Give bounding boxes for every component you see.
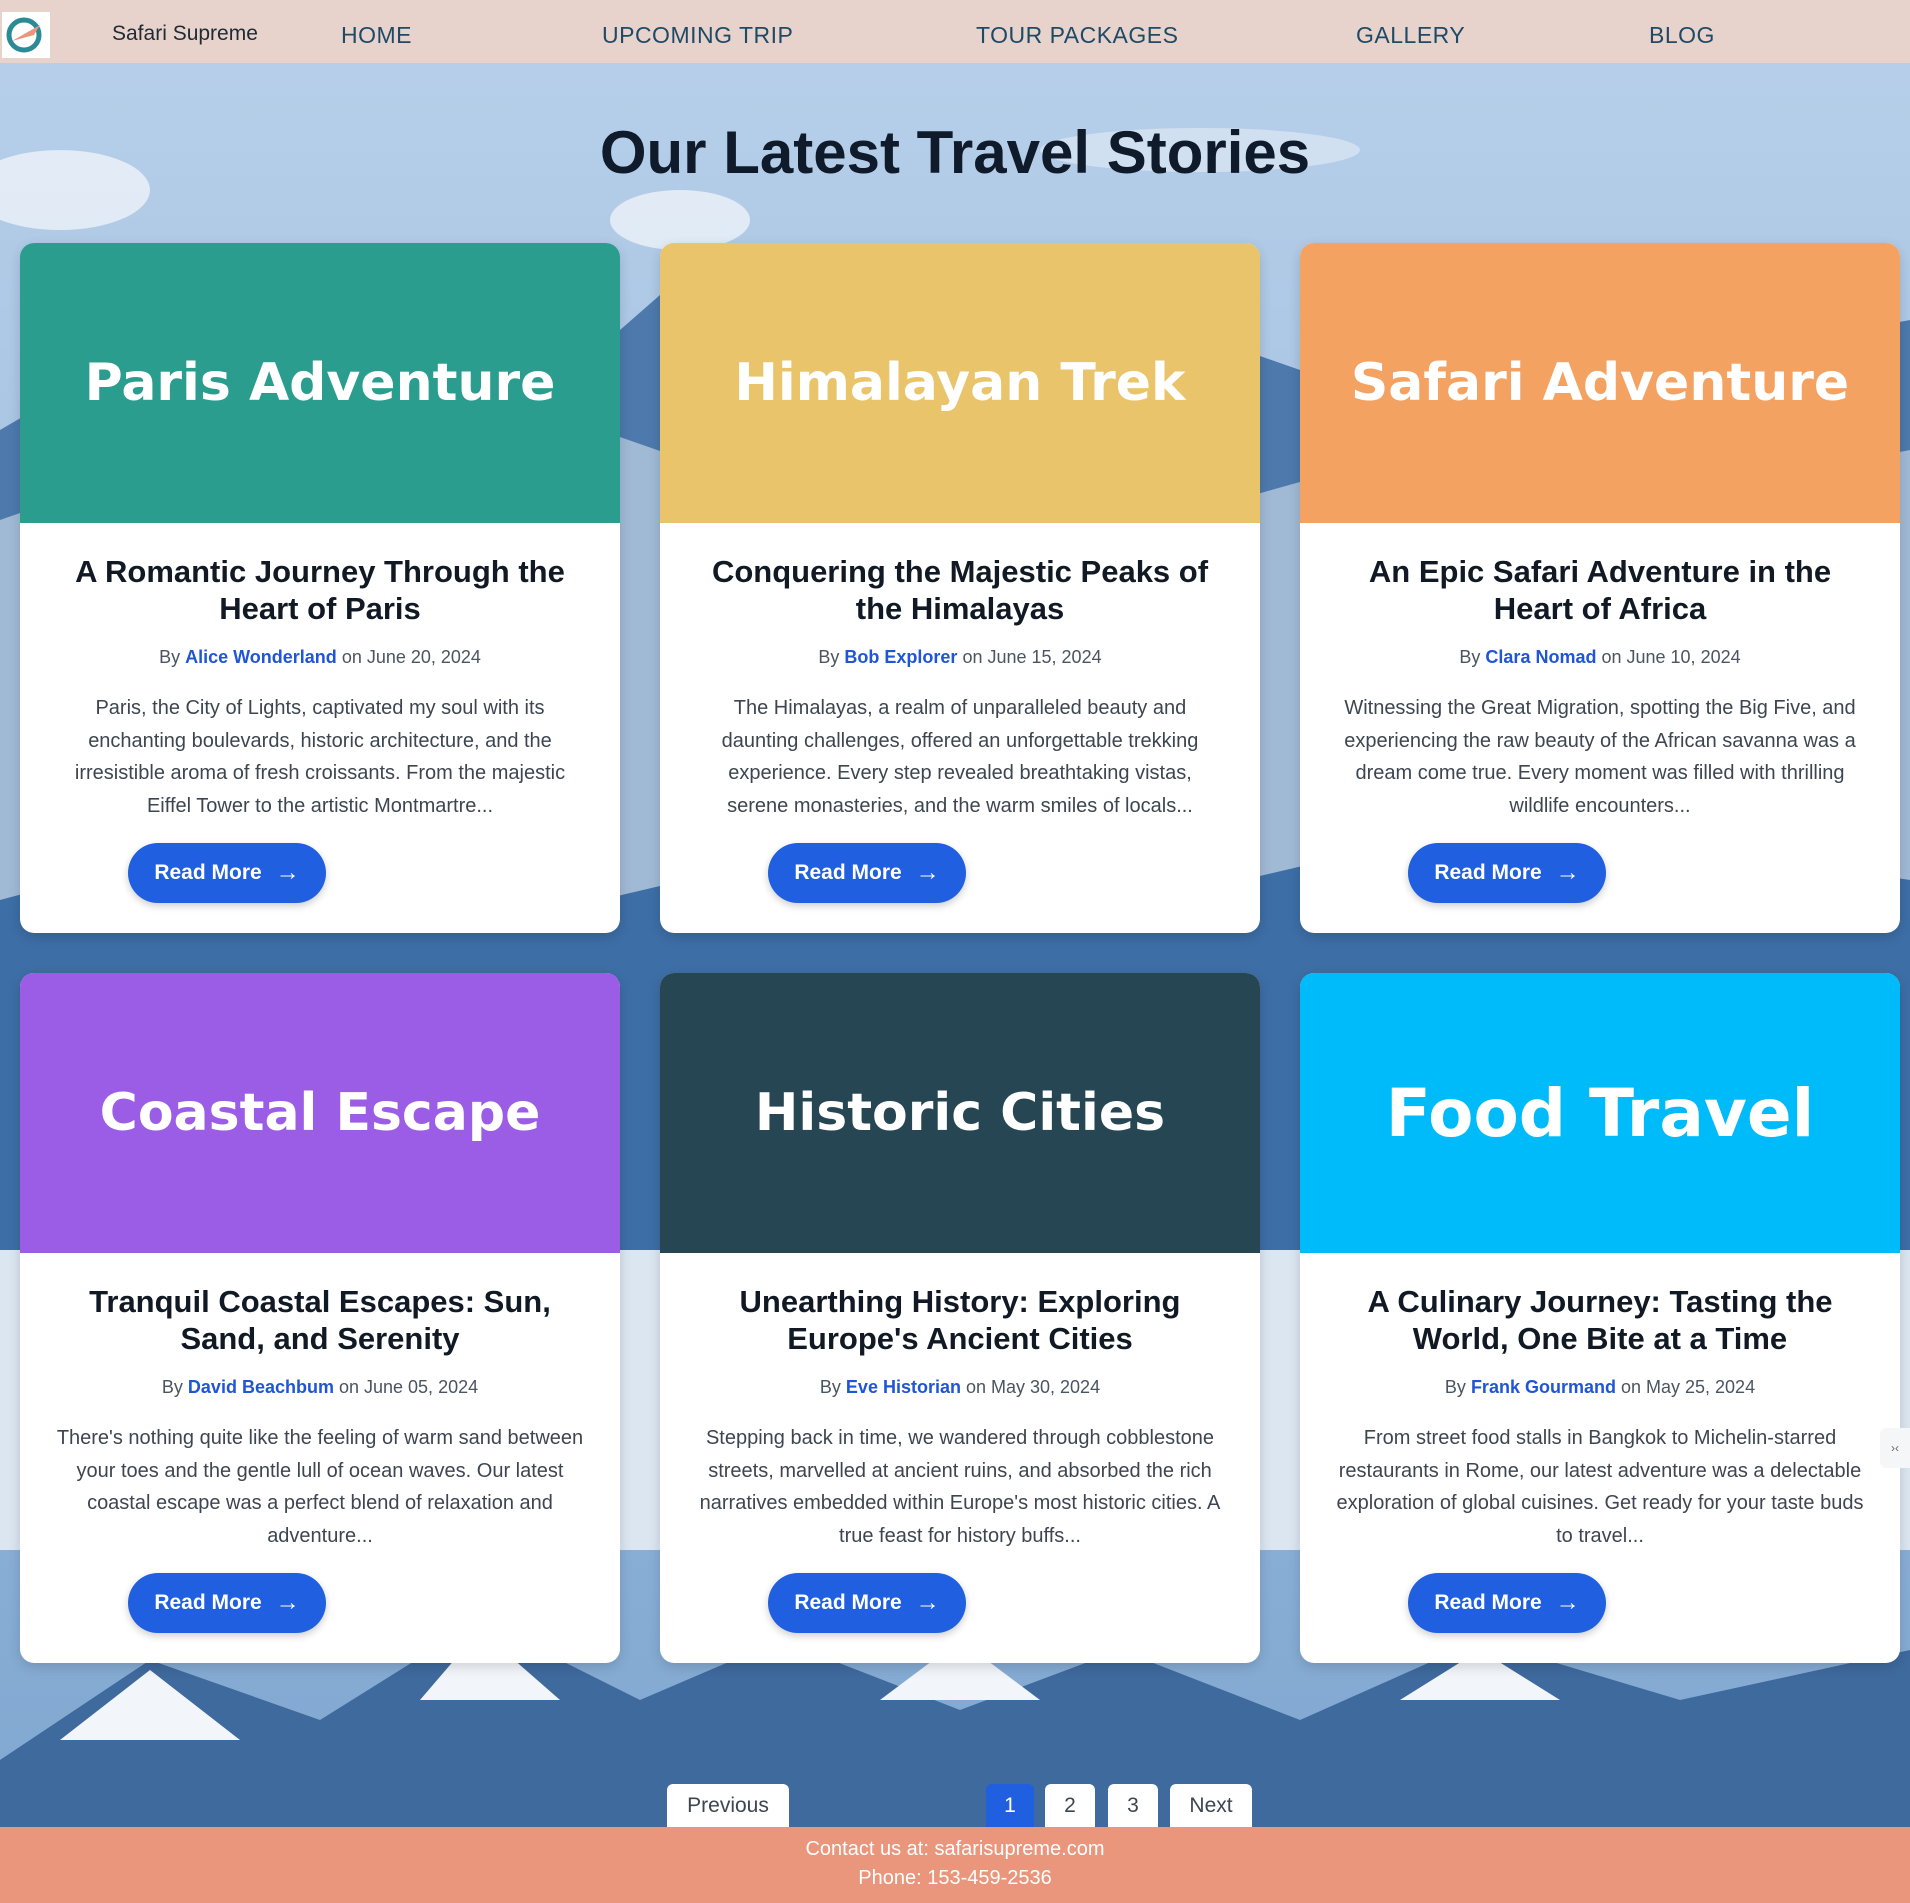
card-excerpt: The Himalayas, a realm of unparalleled b… [721,697,1199,817]
card-meta: By Frank Gourmand on May 25, 2024 [1336,1377,1864,1398]
arrow-right-icon: → [275,1589,300,1616]
footer-phone: Phone: 153-459-2536 [858,1867,1052,1889]
card-by: By [818,647,840,667]
card-banner: Paris Adventure [20,243,620,523]
card-banner: Historic Cities [660,973,1260,1253]
chevron-icon: ›‹ [1891,1441,1899,1455]
card-excerpt: Paris, the City of Lights, captivated my… [74,697,566,817]
read-more-label: Read More [154,1591,262,1614]
arrow-right-icon: → [915,859,940,886]
pagination-page-3[interactable]: 3 [1108,1784,1158,1828]
card-meta: By Bob Explorer on June 15, 2024 [696,647,1224,668]
card-date: on June 15, 2024 [962,647,1102,667]
card-author-link[interactable]: David Beachbum [188,1377,334,1397]
pagination-previous[interactable]: Previous [667,1784,789,1828]
card-excerpt: From street food stalls in Bangkok to Mi… [1336,1427,1864,1547]
card-title[interactable]: Conquering the Majestic Peaks of the Him… [696,553,1224,627]
read-more-button[interactable]: Read More → [128,843,326,903]
nav-gallery[interactable]: GALLERY [1356,22,1465,49]
card-date: on June 05, 2024 [338,1377,479,1397]
card-title[interactable]: A Culinary Journey: Tasting the World, O… [1336,1283,1864,1357]
arrow-right-icon: → [915,1589,940,1616]
read-more-button[interactable]: Read More → [1408,1573,1606,1633]
card-author-link[interactable]: Frank Gourmand [1471,1377,1616,1397]
card-banner: Safari Adventure [1300,243,1900,523]
read-more-label: Read More [794,1591,902,1614]
card-excerpt: Witnessing the Great Migration, spotting… [1344,697,1856,817]
story-card: Himalayan Trek Conquering the Majestic P… [660,243,1260,933]
brand-name[interactable]: Safari Supreme [112,22,258,46]
read-more-button[interactable]: Read More → [768,1573,966,1633]
read-more-button[interactable]: Read More → [128,1573,326,1633]
story-card: Coastal Escape Tranquil Coastal Escapes:… [20,973,620,1663]
arrow-right-icon: → [275,859,300,886]
arrow-right-icon: → [1555,859,1580,886]
nav-blog[interactable]: BLOG [1649,22,1715,49]
footer-contact: Contact us at: safarisupreme.com [805,1838,1105,1860]
story-card: Paris Adventure A Romantic Journey Throu… [20,243,620,933]
read-more-button[interactable]: Read More → [1408,843,1606,903]
card-author-link[interactable]: Clara Nomad [1485,647,1596,667]
card-meta: By Eve Historian on May 30, 2024 [696,1377,1224,1398]
nav-home[interactable]: HOME [341,22,412,49]
card-banner: Coastal Escape [20,973,620,1253]
read-more-label: Read More [1434,1591,1542,1614]
story-card: Food Travel A Culinary Journey: Tasting … [1300,973,1900,1663]
footer: Contact us at: safarisupreme.com Phone: … [0,1827,1910,1903]
side-collapse-tab[interactable]: ›‹ [1880,1428,1910,1468]
nav-tour-packages[interactable]: TOUR PACKAGES [976,22,1178,49]
card-banner: Food Travel [1300,973,1900,1253]
card-author-link[interactable]: Eve Historian [846,1377,961,1397]
card-date: on June 20, 2024 [341,647,481,667]
card-excerpt: Stepping back in time, we wandered throu… [699,1427,1221,1547]
card-date: on May 25, 2024 [1620,1377,1756,1397]
pagination-page-2[interactable]: 2 [1045,1784,1095,1828]
card-meta: By Clara Nomad on June 10, 2024 [1336,647,1864,668]
read-more-label: Read More [794,861,902,884]
top-navbar: Safari Supreme HOME UPCOMING TRIP TOUR P… [0,0,1910,63]
card-by: By [819,1377,841,1397]
story-card: Safari Adventure An Epic Safari Adventur… [1300,243,1900,933]
card-date: on May 30, 2024 [965,1377,1101,1397]
card-meta: By David Beachbum on June 05, 2024 [56,1377,584,1398]
pagination-next[interactable]: Next [1170,1784,1252,1828]
card-meta: By Alice Wonderland on June 20, 2024 [56,647,584,668]
arrow-right-icon: → [1555,1589,1580,1616]
card-excerpt: There's nothing quite like the feeling o… [56,1427,584,1547]
read-more-label: Read More [154,861,262,884]
card-banner: Himalayan Trek [660,243,1260,523]
card-date: on June 10, 2024 [1601,647,1741,667]
card-by: By [1444,1377,1466,1397]
logo[interactable] [2,12,50,58]
card-title[interactable]: Unearthing History: Exploring Europe's A… [696,1283,1224,1357]
nav-upcoming-trip[interactable]: UPCOMING TRIP [602,22,793,49]
read-more-label: Read More [1434,861,1542,884]
card-author-link[interactable]: Alice Wonderland [185,647,337,667]
card-author-link[interactable]: Bob Explorer [844,647,957,667]
card-title[interactable]: A Romantic Journey Through the Heart of … [56,553,584,627]
story-card: Historic Cities Unearthing History: Expl… [660,973,1260,1663]
logo-icon [6,17,42,53]
page-title: Our Latest Travel Stories [599,119,1311,186]
card-title[interactable]: An Epic Safari Adventure in the Heart of… [1336,553,1864,627]
card-title[interactable]: Tranquil Coastal Escapes: Sun, Sand, and… [56,1283,584,1357]
card-by: By [161,1377,183,1397]
card-by: By [1459,647,1481,667]
read-more-button[interactable]: Read More → [768,843,966,903]
card-by: By [159,647,181,667]
pagination-page-1[interactable]: 1 [986,1784,1034,1828]
